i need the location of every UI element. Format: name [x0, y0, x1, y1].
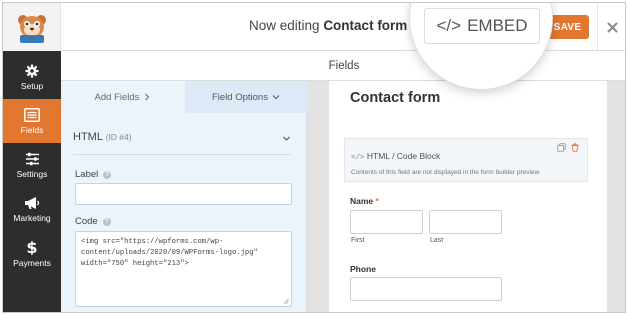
field-options-toggle[interactable]: HTML (ID #4) — [73, 131, 291, 155]
section-title: Fields — [328, 59, 360, 72]
label-label-text: Label — [75, 169, 99, 180]
last-name-input[interactable] — [429, 210, 502, 234]
megaphone-icon — [25, 196, 40, 209]
name-field-label: Name * — [350, 196, 379, 206]
first-name-input[interactable] — [350, 210, 423, 234]
html-block-title: HTML / Code Block — [366, 151, 441, 161]
sidebar-item-payments[interactable]: $ Payments — [3, 231, 61, 275]
form-title: Contact form — [350, 90, 441, 106]
close-button[interactable] — [597, 3, 625, 51]
field-id: (ID #4) — [105, 132, 132, 142]
chevron-right-icon — [145, 93, 150, 101]
sidebar-item-setup[interactable]: Setup — [3, 55, 61, 99]
phone-field-label: Phone — [350, 264, 376, 274]
name-label: Name — [350, 196, 374, 206]
sidebar-item-label: Setup — [20, 80, 44, 91]
embed-button[interactable]: </> EMBED — [424, 8, 540, 44]
sidebar-item-label: Fields — [20, 124, 44, 135]
tab-field-options[interactable]: Field Options — [185, 81, 307, 113]
block-actions — [557, 143, 579, 152]
form-name: Contact form — [323, 18, 408, 33]
duplicate-icon[interactable] — [557, 143, 566, 152]
embed-label: EMBED — [467, 16, 528, 35]
label-field-label: Label ? — [75, 169, 112, 180]
sidebar-item-label: Payments — [13, 257, 51, 268]
label-input[interactable] — [75, 183, 292, 205]
required-mark: * — [375, 196, 379, 206]
editing-title: Now editing Contact form — [249, 18, 407, 33]
phone-label: Phone — [350, 264, 376, 274]
close-icon — [607, 22, 618, 32]
html-block-description: Contents of this field are not displayed… — [351, 169, 541, 176]
gear-icon — [25, 64, 39, 77]
dollar-icon: $ — [26, 239, 37, 255]
help-icon[interactable]: ? — [102, 217, 111, 226]
sidebar: Setup Fields Settings Marketing $ Paymen… — [3, 51, 61, 312]
editing-prefix: Now editing — [249, 18, 320, 33]
help-icon[interactable]: ? — [103, 170, 112, 179]
field-type-title: HTML (ID #4) — [73, 131, 132, 143]
list-icon — [24, 107, 40, 122]
html-block-heading: </> HTML / Code Block — [351, 151, 440, 162]
field-type-name: HTML — [73, 131, 103, 143]
resize-handle-icon[interactable] — [283, 298, 289, 304]
sidebar-item-marketing[interactable]: Marketing — [3, 187, 61, 231]
sidebar-item-settings[interactable]: Settings — [3, 143, 61, 187]
code-label-text: Code — [75, 216, 98, 227]
code-value: <img src="https://wpforms.com/wp- conten… — [81, 238, 258, 268]
code-icon: </> — [436, 16, 462, 35]
html-code-block-field[interactable]: </> HTML / Code Block Contents of this f… — [344, 138, 588, 182]
code-field-label: Code ? — [75, 216, 111, 227]
sidebar-item-label: Settings — [16, 168, 48, 179]
chevron-down-icon — [283, 136, 290, 141]
tab-label: Field Options — [212, 91, 268, 103]
tab-add-fields[interactable]: Add Fields — [61, 81, 185, 113]
sidebar-item-label: Marketing — [13, 212, 51, 223]
last-sublabel: Last — [430, 237, 444, 244]
svg-text:$: $ — [26, 239, 37, 255]
phone-input[interactable] — [350, 277, 502, 301]
save-label: SAVE — [553, 21, 582, 33]
sidebar-item-fields[interactable]: Fields — [3, 99, 61, 143]
form-builder-window: Now editing Contact form SAVE Setup Fiel… — [2, 2, 626, 313]
chevron-down-icon — [272, 95, 280, 100]
tab-label: Add Fields — [94, 91, 140, 103]
trash-icon[interactable] — [571, 143, 579, 152]
code-icon: </> — [351, 154, 365, 162]
sliders-icon — [25, 152, 39, 165]
first-sublabel: First — [351, 237, 365, 244]
wpforms-logo — [3, 3, 61, 51]
